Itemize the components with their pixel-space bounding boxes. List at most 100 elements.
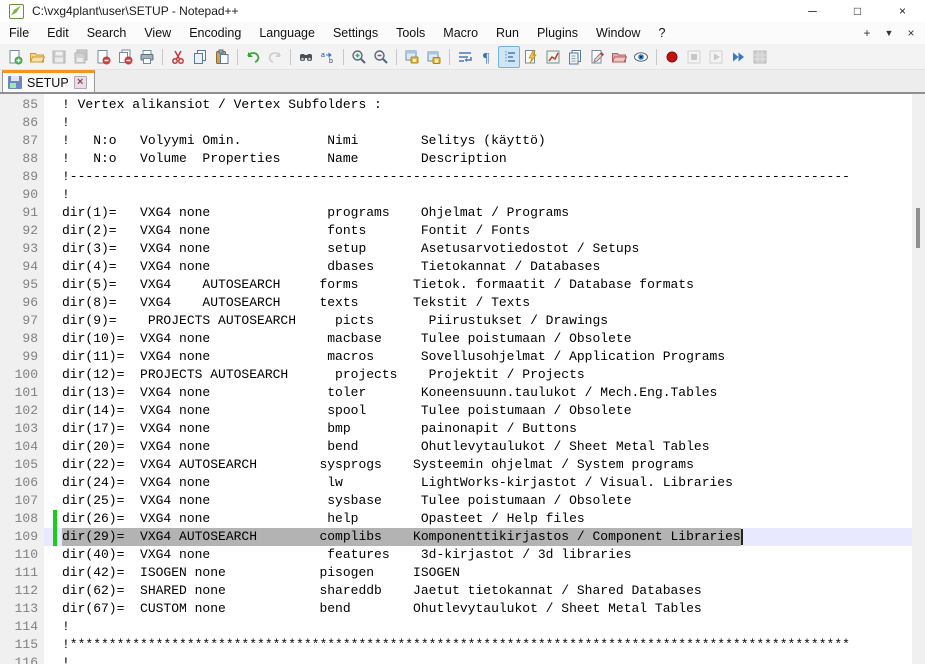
toolbar-separator [449,49,450,65]
code-line-104[interactable]: dir(20)= VXG4 none bend Ohutlevytaulukot… [44,438,912,456]
sync-vertical-icon[interactable] [401,46,423,68]
code-line-88[interactable]: ! N:o Volume Properties Name Description [44,150,912,168]
code-line-94[interactable]: dir(4)= VXG4 none dbases Tietokannat / D… [44,258,912,276]
code-line-116[interactable]: ! [44,654,912,664]
line-number: 102 [0,402,44,420]
tab-close-icon[interactable]: × [74,76,87,89]
code-line-102[interactable]: dir(14)= VXG4 none spool Tulee poistumaa… [44,402,912,420]
code-line-112[interactable]: dir(62)= SHARED none shareddb Jaetut tie… [44,582,912,600]
text-area[interactable]: ! Vertex alikansiot / Vertex Subfolders … [44,94,912,664]
menu-item-macro[interactable]: Macro [434,23,487,43]
close-file-icon[interactable] [92,46,114,68]
new-file-icon[interactable] [4,46,26,68]
code-line-91[interactable]: dir(1)= VXG4 none programs Ohjelmat / Pr… [44,204,912,222]
replace-icon[interactable]: ab [317,46,339,68]
code-line-98[interactable]: dir(10)= VXG4 none macbase Tulee poistum… [44,330,912,348]
code-line-97[interactable]: dir(9)= PROJECTS AUTOSEARCH picts Piirus… [44,312,912,330]
code-line-111[interactable]: dir(42)= ISOGEN none pisogen ISOGEN [44,564,912,582]
monitoring-icon[interactable] [630,46,652,68]
code-line-105[interactable]: dir(22)= VXG4 AUTOSEARCH sysprogs Systee… [44,456,912,474]
macro-run-multiple-icon[interactable] [727,46,749,68]
tab-setup[interactable]: SETUP × [2,70,95,92]
code-line-109[interactable]: dir(29)= VXG4 AUTOSEARCH complibs Kompon… [44,528,912,546]
menu-item-run[interactable]: Run [487,23,528,43]
line-number: 105 [0,456,44,474]
vertical-scrollbar[interactable] [912,94,925,664]
code-line-106[interactable]: dir(24)= VXG4 none lw LightWorks-kirjast… [44,474,912,492]
notepadpp-app-icon [9,4,24,19]
print-icon[interactable] [136,46,158,68]
code-line-text: dir(1)= VXG4 none programs Ohjelmat / Pr… [62,205,569,220]
indent-guide-icon[interactable] [498,46,520,68]
code-line-101[interactable]: dir(13)= VXG4 none toler Koneensuunn.tau… [44,384,912,402]
line-number: 90 [0,186,44,204]
open-file-icon[interactable] [26,46,48,68]
zoom-in-icon[interactable] [348,46,370,68]
menu-item-[interactable]: ? [649,23,674,43]
menu-item-encoding[interactable]: Encoding [180,23,250,43]
paste-icon[interactable] [211,46,233,68]
zoom-out-icon[interactable] [370,46,392,68]
tab-list-dropdown-icon[interactable]: ▼ [879,28,899,38]
code-line-92[interactable]: dir(2)= VXG4 none fonts Fontit / Fonts [44,222,912,240]
code-line-text: dir(40)= VXG4 none features 3d-kirjastot… [62,547,632,562]
code-line-93[interactable]: dir(3)= VXG4 none setup Asetusarvotiedos… [44,240,912,258]
code-line-115[interactable]: !***************************************… [44,636,912,654]
line-number: 109 [0,528,44,546]
code-line-90[interactable]: ! [44,186,912,204]
line-number: 96 [0,294,44,312]
close-all-icon[interactable] [114,46,136,68]
code-line-89[interactable]: !---------------------------------------… [44,168,912,186]
code-line-text: !***************************************… [62,637,850,652]
line-number: 88 [0,150,44,168]
code-line-96[interactable]: dir(8)= VXG4 AUTOSEARCH texts Tekstit / … [44,294,912,312]
menu-item-edit[interactable]: Edit [38,23,78,43]
code-line-113[interactable]: dir(67)= CUSTOM none bend Ohutlevytauluk… [44,600,912,618]
code-line-110[interactable]: dir(40)= VXG4 none features 3d-kirjastot… [44,546,912,564]
code-line-103[interactable]: dir(17)= VXG4 none bmp painonapit / Butt… [44,420,912,438]
code-line-text: dir(3)= VXG4 none setup Asetusarvotiedos… [62,241,639,256]
save-all-icon [70,46,92,68]
new-tab-button[interactable]: + [857,26,877,40]
code-line-86[interactable]: ! [44,114,912,132]
macro-record-icon[interactable] [661,46,683,68]
code-line-85[interactable]: ! Vertex alikansiot / Vertex Subfolders … [44,96,912,114]
maximize-button[interactable]: □ [835,0,880,22]
show-all-characters-icon[interactable]: ¶ [476,46,498,68]
find-icon[interactable] [295,46,317,68]
code-line-114[interactable]: ! [44,618,912,636]
code-line-108[interactable]: dir(26)= VXG4 none help Opasteet / Help … [44,510,912,528]
code-line-100[interactable]: dir(12)= PROJECTS AUTOSEARCH projects Pr… [44,366,912,384]
document-list-icon[interactable] [564,46,586,68]
menu-item-tools[interactable]: Tools [387,23,434,43]
toolbar-separator [396,49,397,65]
menu-item-settings[interactable]: Settings [324,23,387,43]
word-wrap-icon[interactable] [454,46,476,68]
menu-item-file[interactable]: File [0,23,38,43]
code-line-87[interactable]: ! N:o Volyymi Omin. Nimi Selitys (käyttö… [44,132,912,150]
define-language-icon[interactable] [586,46,608,68]
line-number: 99 [0,348,44,366]
document-map-icon[interactable] [542,46,564,68]
close-button[interactable]: × [880,0,925,22]
editor-area[interactable]: 8586878889909192939495969798991001011021… [0,94,925,664]
menu-item-window[interactable]: Window [587,23,649,43]
menu-item-search[interactable]: Search [78,23,136,43]
close-tab-button[interactable]: × [901,26,921,40]
minimize-button[interactable]: ─ [790,0,835,22]
undo-icon[interactable] [242,46,264,68]
cut-icon[interactable] [167,46,189,68]
line-number: 116 [0,654,44,664]
code-line-95[interactable]: dir(5)= VXG4 AUTOSEARCH forms Tietok. fo… [44,276,912,294]
code-line-99[interactable]: dir(11)= VXG4 none macros Sovellusohjelm… [44,348,912,366]
scrollbar-thumb[interactable] [916,208,920,248]
copy-icon[interactable] [189,46,211,68]
folder-as-workspace-icon[interactable] [608,46,630,68]
menu-item-language[interactable]: Language [250,23,324,43]
menu-item-view[interactable]: View [135,23,180,43]
function-list-icon[interactable] [520,46,542,68]
macro-play-icon [705,46,727,68]
menu-item-plugins[interactable]: Plugins [528,23,587,43]
code-line-107[interactable]: dir(25)= VXG4 none sysbase Tulee poistum… [44,492,912,510]
sync-horizontal-icon[interactable] [423,46,445,68]
